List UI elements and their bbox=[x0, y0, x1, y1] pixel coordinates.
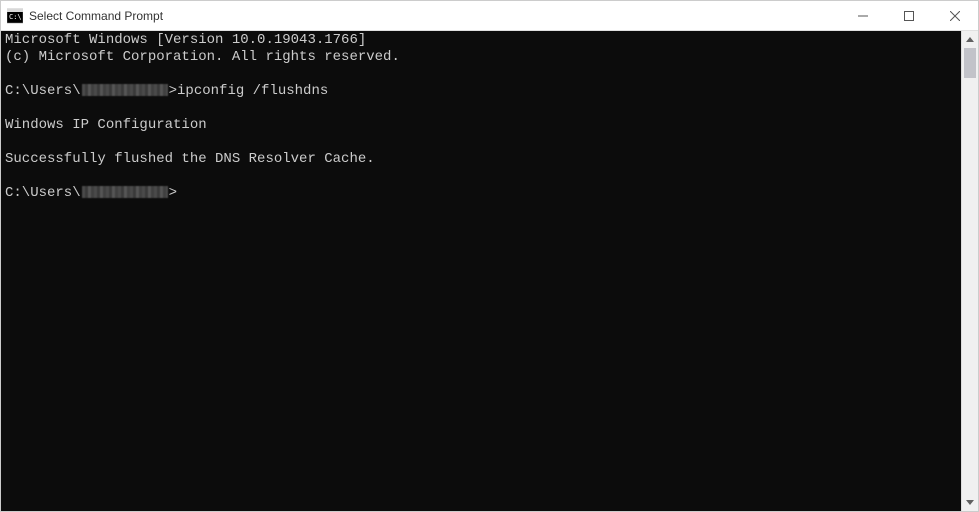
scroll-down-arrow-icon[interactable] bbox=[962, 494, 978, 511]
version-line: Microsoft Windows [Version 10.0.19043.17… bbox=[5, 32, 957, 49]
window-title: Select Command Prompt bbox=[29, 9, 840, 23]
vertical-scrollbar[interactable] bbox=[961, 31, 978, 511]
prompt-prefix: C:\Users\ bbox=[5, 185, 81, 201]
blank-line bbox=[5, 66, 957, 83]
svg-text:C:\: C:\ bbox=[9, 13, 22, 21]
section-header: Windows IP Configuration bbox=[5, 117, 957, 134]
blank-line bbox=[5, 134, 957, 151]
redacted-username bbox=[82, 84, 168, 96]
maximize-button[interactable] bbox=[886, 1, 932, 30]
scroll-up-arrow-icon[interactable] bbox=[962, 31, 978, 48]
scroll-thumb[interactable] bbox=[964, 48, 976, 78]
window-controls bbox=[840, 1, 978, 30]
minimize-button[interactable] bbox=[840, 1, 886, 30]
command-line-1: C:\Users\ >ipconfig /flushdns bbox=[5, 83, 957, 100]
prompt-suffix: > bbox=[169, 185, 177, 201]
command-line-2: C:\Users\ > bbox=[5, 185, 957, 202]
redacted-username bbox=[82, 186, 168, 198]
blank-line bbox=[5, 168, 957, 185]
prompt-prefix: C:\Users\ bbox=[5, 83, 81, 99]
typed-command: ipconfig /flushdns bbox=[177, 83, 328, 99]
copyright-line: (c) Microsoft Corporation. All rights re… bbox=[5, 49, 957, 66]
console-output[interactable]: Microsoft Windows [Version 10.0.19043.17… bbox=[1, 31, 961, 511]
titlebar[interactable]: C:\ Select Command Prompt bbox=[1, 1, 978, 31]
result-line: Successfully flushed the DNS Resolver Ca… bbox=[5, 151, 957, 168]
cmd-icon: C:\ bbox=[7, 8, 23, 24]
console-wrap: Microsoft Windows [Version 10.0.19043.17… bbox=[1, 31, 978, 511]
close-button[interactable] bbox=[932, 1, 978, 30]
prompt-suffix: > bbox=[169, 83, 177, 99]
blank-line bbox=[5, 100, 957, 117]
